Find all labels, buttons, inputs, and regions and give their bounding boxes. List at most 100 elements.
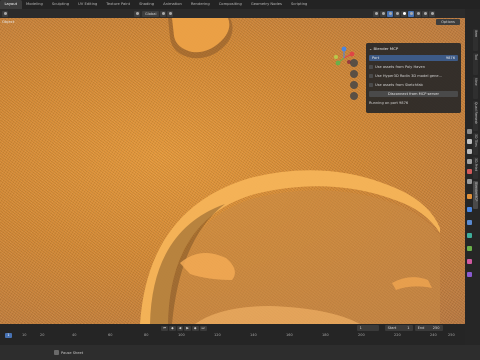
render-properties-icon[interactable]	[466, 139, 472, 144]
jump-start-icon[interactable]: ⏮	[161, 325, 169, 331]
tab-animation[interactable]: Animation	[159, 0, 187, 9]
camera-view-icon[interactable]	[350, 81, 358, 89]
sketchfab-label: Use assets from Sketchfab	[375, 82, 423, 87]
timeline-controls: ⏮ ◆ ◀ ▶ ◆ ⏭ 1 Start 1 End 250	[0, 324, 465, 332]
sidebar-tab-item-label: Item	[474, 30, 478, 38]
view-layer-icon[interactable]	[466, 159, 472, 164]
3d-viewport[interactable]: Object Options ⌄ Blender MCP Port 9876 U…	[0, 18, 465, 324]
ruler-tick: 200	[358, 333, 365, 337]
transform-pivot-icon[interactable]	[134, 10, 140, 17]
hyper3d-row[interactable]: Use Hyper3D Rodin 3D model gene...	[369, 72, 458, 79]
hyper3d-label: Use Hyper3D Rodin 3D model gene...	[375, 73, 443, 78]
play-reverse-icon[interactable]: ◀	[176, 325, 184, 331]
sketchfab-row[interactable]: Use assets from Sketchfab	[369, 81, 458, 88]
sidebar-tab-3d-tiles-label: 3D Tiles	[474, 134, 478, 147]
hyper3d-checkbox[interactable]	[369, 73, 373, 78]
panel-title[interactable]: ⌄ Blender MCP	[369, 45, 458, 52]
disconnect-row: Disconnect from MCP server	[369, 90, 458, 97]
orientation-dropdown[interactable]: Global	[142, 10, 160, 17]
tab-uv-editing[interactable]: UV Editing	[74, 0, 102, 9]
start-frame-field[interactable]: Start 1	[384, 325, 413, 331]
sidebar-tab-view[interactable]: View	[473, 77, 478, 99]
tool-properties-icon[interactable]	[466, 129, 472, 134]
snap-icon[interactable]	[160, 10, 167, 17]
output-properties-icon[interactable]	[466, 149, 472, 154]
port-row: Port 9876	[369, 54, 458, 61]
options-dropdown[interactable]: Options	[436, 19, 460, 25]
end-frame-field[interactable]: End 250	[414, 325, 443, 331]
jump-end-icon[interactable]: ⏭	[199, 325, 207, 331]
sidebar-tab-quad-remesh[interactable]: Quad Remesh	[473, 101, 478, 131]
overlay-toggle-icon[interactable]	[387, 10, 393, 17]
material-properties-icon[interactable]	[466, 259, 472, 264]
end-label: End	[417, 326, 425, 330]
gizmo-neg-y-axis[interactable]	[334, 55, 338, 59]
shading-material-icon[interactable]	[415, 10, 421, 17]
ruler-tick: 180	[322, 333, 329, 337]
sidebar-tab-view-label: View	[474, 78, 478, 86]
xray-icon[interactable]	[394, 10, 400, 17]
sidebar-tab-quad-remesh-label: Quad Remesh	[474, 102, 478, 125]
sidebar-tab-tool[interactable]: Tool	[473, 53, 478, 75]
tab-modeling[interactable]: Modeling	[22, 0, 48, 9]
workspace-tab-bar: Layout Modeling Sculpting UV Editing Tex…	[0, 0, 480, 9]
scene-properties-icon[interactable]	[466, 169, 472, 174]
end-value: 250	[432, 326, 440, 330]
ruler-tick: 140	[250, 333, 257, 337]
ruler-tick: 80	[144, 333, 149, 337]
tab-rendering[interactable]: Rendering	[186, 0, 214, 9]
ruler-tick: 10	[22, 333, 27, 337]
sidebar-tab-3d-print-label: 3D-Print	[474, 158, 478, 171]
sidebar-tab-item[interactable]: Item	[473, 29, 478, 51]
prev-keyframe-icon[interactable]: ◆	[169, 325, 176, 331]
physics-icon[interactable]	[466, 233, 472, 238]
port-field[interactable]: Port 9876	[369, 54, 458, 61]
shading-options-icon[interactable]	[429, 10, 435, 17]
shading-solid-icon[interactable]	[408, 10, 414, 17]
modifier-properties-icon[interactable]	[466, 207, 472, 212]
visibility-icon[interactable]	[373, 10, 379, 17]
current-frame-value: 1	[359, 326, 362, 330]
gizmo-x-axis[interactable]	[349, 51, 355, 57]
tab-scripting[interactable]: Scripting	[286, 0, 311, 9]
tab-sculpting[interactable]: Sculpting	[47, 0, 73, 9]
status-hint-text: Pause Sheet	[61, 350, 84, 355]
world-properties-icon[interactable]	[466, 179, 472, 184]
current-frame-field[interactable]: 1	[356, 325, 379, 331]
tab-compositing[interactable]: Compositing	[214, 0, 246, 9]
status-bar: Pause Sheet	[0, 345, 480, 360]
tab-texture-paint[interactable]: Texture Paint	[102, 0, 135, 9]
particles-icon[interactable]	[466, 220, 472, 225]
data-properties-icon[interactable]	[466, 246, 472, 251]
play-icon[interactable]: ▶	[184, 325, 191, 331]
texture-properties-icon[interactable]	[466, 272, 472, 277]
disconnect-button[interactable]: Disconnect from MCP server	[369, 90, 458, 97]
gizmo-y-axis[interactable]	[335, 60, 341, 66]
tab-layout[interactable]: Layout	[0, 0, 22, 9]
polyhaven-row[interactable]: Use assets from Poly Haven	[369, 63, 458, 70]
next-keyframe-icon[interactable]: ◆	[191, 325, 199, 331]
ruler-tick: 160	[286, 333, 293, 337]
sidebar-tab-3d-tiles[interactable]: 3D Tiles	[473, 133, 478, 155]
current-frame-marker[interactable]: 1	[5, 332, 12, 338]
proportional-edit-icon[interactable]	[167, 10, 174, 17]
zoom-icon[interactable]	[350, 59, 358, 67]
ruler-tick: 250	[448, 333, 455, 337]
perspective-toggle-icon[interactable]	[350, 92, 358, 100]
port-label: Port	[372, 55, 380, 60]
tab-geometry-nodes[interactable]: Geometry Nodes	[246, 0, 286, 9]
gizmo-toggle-icon[interactable]	[380, 10, 386, 17]
polyhaven-checkbox[interactable]	[369, 64, 373, 69]
sidebar-tab-blendermcp[interactable]: BlenderMCP	[473, 181, 478, 209]
pan-hand-icon[interactable]	[350, 70, 358, 78]
sidebar-tab-3d-print[interactable]: 3D-Print	[473, 157, 478, 179]
blender-mcp-panel: ⌄ Blender MCP Port 9876 Use assets from …	[366, 43, 461, 113]
shading-wireframe-icon[interactable]	[401, 10, 407, 17]
tab-shading[interactable]: Shading	[135, 0, 159, 9]
editor-type-icon[interactable]	[2, 10, 8, 17]
sketchfab-checkbox[interactable]	[369, 82, 373, 87]
sidebar-tab-strip: Item Tool View Quad Remesh 3D Tiles 3D-P…	[465, 9, 480, 345]
gizmo-z-axis[interactable]	[341, 46, 347, 52]
shading-rendered-icon[interactable]	[422, 10, 428, 17]
object-properties-icon[interactable]	[466, 194, 472, 199]
